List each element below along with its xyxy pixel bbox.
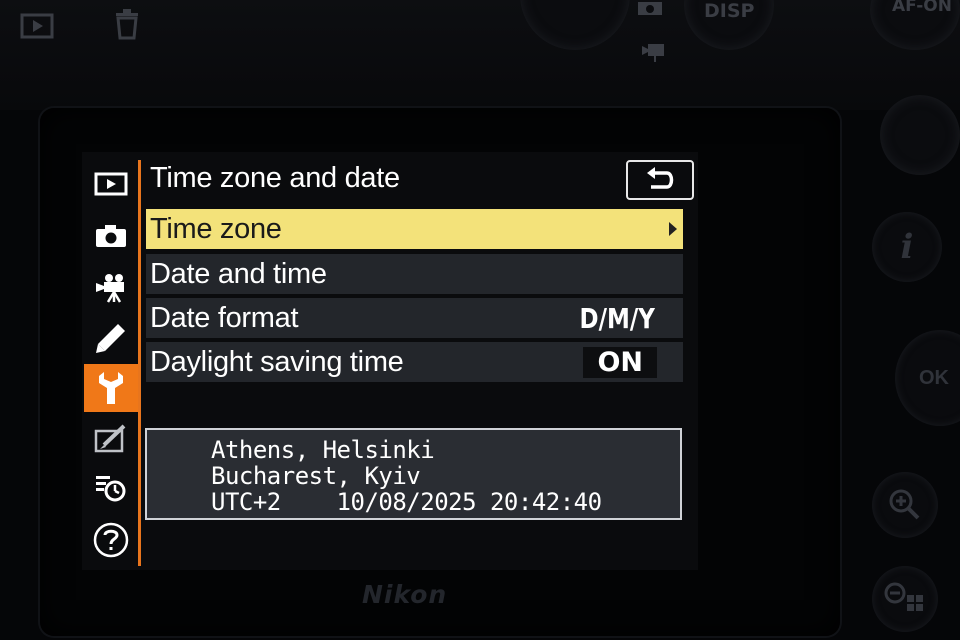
menu-item-daylight-saving-time[interactable]: Daylight saving time ON	[146, 342, 683, 382]
submenu-arrow-icon	[669, 222, 677, 236]
info-button[interactable]: i	[872, 212, 942, 282]
menu-item-time-zone[interactable]: Time zone	[146, 209, 683, 249]
menu-tabs	[82, 160, 138, 566]
menu-item-label: Date format	[150, 301, 299, 334]
tab-help[interactable]	[84, 516, 138, 564]
tab-my-menu[interactable]	[84, 464, 138, 512]
info-button-label: i	[900, 227, 914, 267]
back-button[interactable]	[626, 160, 694, 200]
ok-button-label: OK	[919, 366, 949, 389]
tab-divider	[138, 160, 141, 566]
playback-button-icon[interactable]	[20, 12, 56, 40]
retouch-icon	[94, 424, 126, 453]
tab-custom-settings[interactable]	[84, 314, 138, 362]
tab-photo-shooting[interactable]	[84, 212, 138, 260]
menu-title: Time zone and date	[150, 162, 400, 194]
menu-item-date-format[interactable]: Date format D/M/Y	[146, 298, 683, 338]
multi-selector[interactable]	[880, 95, 960, 175]
pencil-icon	[96, 324, 125, 353]
tab-movie-shooting[interactable]	[84, 264, 138, 312]
menu-item-label: Daylight saving time	[150, 345, 404, 378]
camera-icon	[96, 225, 126, 247]
info-city-line-2: Bucharest, Kyiv	[211, 462, 421, 490]
brand-logo: Nikon	[362, 580, 448, 609]
playback-icon	[94, 172, 128, 196]
tab-retouch[interactable]	[84, 414, 138, 462]
menu-item-label: Time zone	[150, 212, 282, 245]
camera-top-body: DISP AF-ON	[0, 0, 960, 110]
menu-item-date-and-time[interactable]: Date and time	[146, 254, 683, 294]
return-icon	[647, 167, 674, 189]
live-view-movie-icon	[642, 44, 664, 62]
movie-camera-icon	[96, 274, 124, 303]
rear-dial[interactable]	[520, 0, 630, 50]
af-on-button-label[interactable]: AF-ON	[892, 0, 952, 16]
info-utc-datetime: UTC+2 10/08/2025 20:42:40	[211, 488, 602, 516]
live-view-camera-icon	[638, 2, 662, 15]
zoom-in-icon	[889, 489, 920, 520]
my-menu-icon	[96, 476, 126, 502]
trash-button-icon[interactable]	[112, 8, 142, 40]
zoom-out-thumbnail-icon	[884, 582, 923, 611]
zoom-in-button[interactable]	[872, 472, 938, 538]
help-icon	[93, 522, 129, 558]
tab-setup[interactable]	[84, 364, 138, 412]
menu-item-value: D/M/Y	[579, 301, 655, 335]
disp-button-label[interactable]: DISP	[704, 0, 754, 22]
menu-item-value: ON	[583, 346, 657, 378]
zoom-out-button[interactable]	[872, 566, 938, 632]
tab-playback[interactable]	[84, 160, 138, 208]
time-zone-info-panel: Athens, Helsinki Bucharest, Kyiv UTC+2 1…	[145, 428, 682, 520]
info-city-line-1: Athens, Helsinki	[211, 436, 435, 464]
wrench-icon	[99, 372, 123, 404]
menu-item-label: Date and time	[150, 257, 327, 290]
ok-button[interactable]: OK	[895, 330, 960, 426]
